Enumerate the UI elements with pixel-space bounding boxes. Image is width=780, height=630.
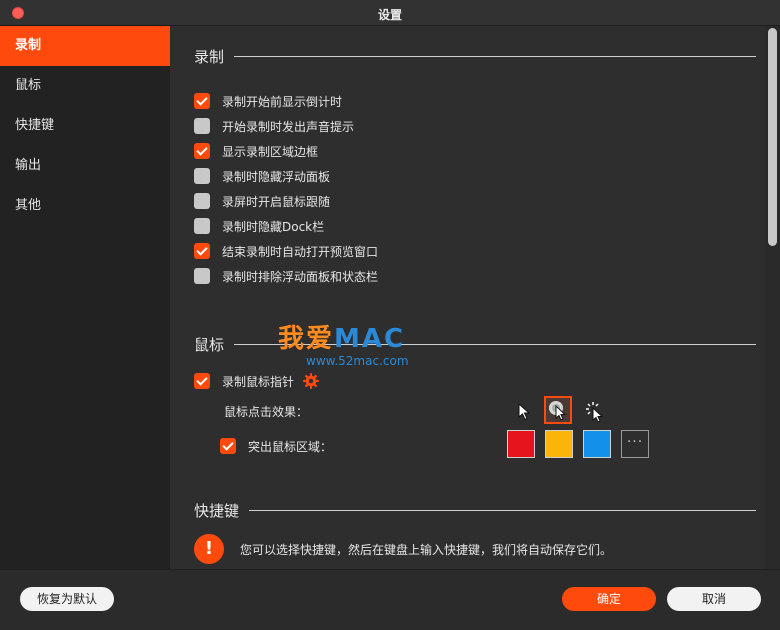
option-label: 开始录制时发出声音提示 [222, 119, 355, 134]
option-follow-mouse[interactable]: 录屏时开启鼠标跟随 [194, 192, 330, 210]
option-label: 结束录制时自动打开预览窗口 [222, 244, 379, 259]
option-label: 录制开始前显示倒计时 [222, 94, 343, 109]
warning-icon: ! [194, 534, 224, 564]
option-record-pointer[interactable]: 录制鼠标指针 [194, 372, 320, 390]
option-exclude-panel-statusbar[interactable]: 录制时排除浮动面板和状态栏 [194, 267, 378, 285]
checkbox[interactable] [194, 118, 210, 134]
sidebar-item-other[interactable]: 其他 [0, 186, 170, 226]
scrollbar-thumb[interactable] [768, 28, 777, 246]
checkbox[interactable] [220, 438, 236, 454]
settings-content: 录制 录制开始前显示倒计时 开始录制时发出声音提示 显示录制区域边框 录制时隐藏… [170, 26, 765, 569]
color-swatch-yellow[interactable] [545, 430, 573, 458]
checkbox[interactable] [194, 373, 210, 389]
checkbox[interactable] [194, 218, 210, 234]
title-bar: 设置 [0, 0, 780, 26]
recording-section-header: 录制 [194, 46, 756, 67]
section-title-shortcuts: 快捷键 [194, 502, 240, 520]
vertical-scrollbar[interactable] [766, 26, 780, 569]
section-title-recording: 录制 [194, 48, 225, 66]
option-label: 录屏时开启鼠标跟随 [222, 194, 331, 209]
section-divider [234, 56, 756, 57]
shortcuts-section-header: 快捷键 [194, 500, 756, 521]
option-label: 录制时排除浮动面板和状态栏 [222, 269, 379, 284]
checkbox[interactable] [194, 143, 210, 159]
ok-button[interactable]: 确定 [562, 587, 656, 611]
checkbox[interactable] [194, 168, 210, 184]
option-hide-float-panel[interactable]: 录制时隐藏浮动面板 [194, 167, 330, 185]
sidebar-item-output[interactable]: 输出 [0, 146, 170, 186]
option-highlight-area[interactable]: 突出鼠标区域： [220, 437, 332, 455]
section-title-mouse: 鼠标 [194, 336, 225, 354]
watermark-logo: 我爱MAC www.52mac.com [278, 324, 418, 368]
sidebar-item-mouse[interactable]: 鼠标 [0, 66, 170, 106]
option-label: 录制鼠标指针 [222, 374, 295, 389]
watermark-cn: 我爱 [278, 324, 335, 354]
option-label: 显示录制区域边框 [222, 144, 319, 159]
cursor-burst-icon[interactable] [582, 398, 610, 426]
sidebar-item-shortcuts[interactable]: 快捷键 [0, 106, 170, 146]
option-sound-alert[interactable]: 开始录制时发出声音提示 [194, 117, 354, 135]
cursor-plain-icon[interactable] [511, 398, 539, 426]
checkbox[interactable] [194, 93, 210, 109]
option-open-preview[interactable]: 结束录制时自动打开预览窗口 [194, 242, 378, 260]
section-divider [249, 510, 756, 511]
color-swatch-blue[interactable] [583, 430, 611, 458]
sidebar-item-recording[interactable]: 录制 [0, 26, 170, 66]
option-show-border[interactable]: 显示录制区域边框 [194, 142, 318, 160]
shortcuts-info-text: 您可以选择快捷键，然后在键盘上输入快捷键，我们将自动保存它们。 [240, 542, 613, 557]
shortcuts-info: ! 您可以选择快捷键，然后在键盘上输入快捷键，我们将自动保存它们。 [194, 534, 612, 564]
option-label: 突出鼠标区域： [248, 439, 333, 454]
cancel-button[interactable]: 取消 [667, 587, 761, 611]
sidebar: 录制 鼠标 快捷键 输出 其他 [0, 26, 170, 569]
more-colors-button[interactable]: ··· [621, 430, 649, 458]
checkbox[interactable] [194, 268, 210, 284]
checkbox[interactable] [194, 243, 210, 259]
watermark-url: www.52mac.com [306, 354, 409, 368]
option-countdown[interactable]: 录制开始前显示倒计时 [194, 92, 342, 110]
window-title: 设置 [377, 8, 402, 22]
click-effect-label: 鼠标点击效果： [224, 405, 309, 419]
option-label: 录制时隐藏Dock栏 [222, 219, 325, 234]
watermark-en: MAC [334, 324, 406, 354]
restore-defaults-button[interactable]: 恢复为默认 [20, 587, 114, 611]
option-hide-dock[interactable]: 录制时隐藏Dock栏 [194, 217, 324, 235]
cursor-ripple-icon[interactable] [544, 396, 572, 424]
color-swatch-red[interactable] [507, 430, 535, 458]
option-label: 录制时隐藏浮动面板 [222, 169, 331, 184]
gear-icon[interactable] [302, 372, 320, 390]
checkbox[interactable] [194, 193, 210, 209]
footer-bar: 恢复为默认 确定 取消 [0, 569, 780, 630]
